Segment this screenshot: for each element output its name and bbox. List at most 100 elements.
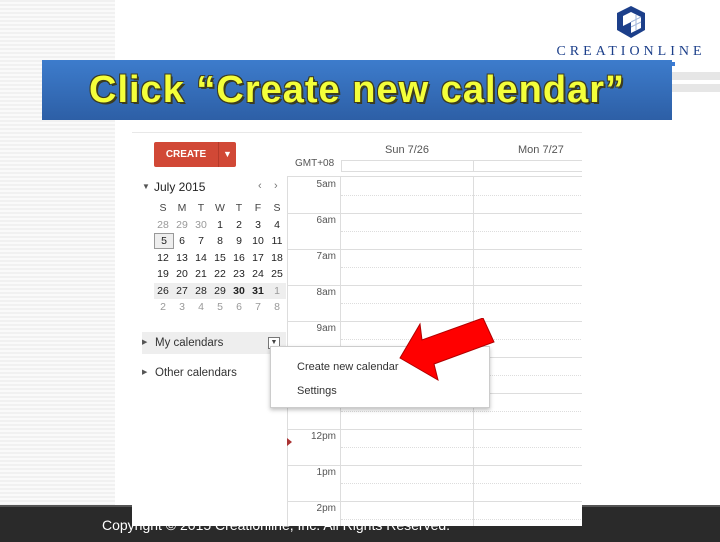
mini-day-cell[interactable]: 30 xyxy=(192,217,210,233)
half-hour-line xyxy=(341,303,582,304)
hour-row[interactable]: 6am xyxy=(288,213,582,250)
mini-day-cell[interactable]: 18 xyxy=(268,250,286,266)
mini-day-cell[interactable]: 8 xyxy=(211,233,229,249)
half-hour-line xyxy=(341,267,582,268)
hour-row[interactable]: 12pm xyxy=(288,429,582,466)
mini-day-cell[interactable]: 20 xyxy=(173,266,191,282)
mini-day-cell[interactable]: 1 xyxy=(211,217,229,233)
mini-day-cell[interactable]: 7 xyxy=(192,233,210,249)
hour-row[interactable]: 5am xyxy=(288,177,582,214)
mini-week-row: 26 27 28 29 30 31 1 xyxy=(154,282,286,299)
all-day-row[interactable] xyxy=(341,160,582,172)
other-calendars-section[interactable]: ▶ Other calendars xyxy=(142,362,286,384)
expand-triangle-icon[interactable]: ▶ xyxy=(142,362,147,384)
mini-day-cell[interactable]: 14 xyxy=(192,250,210,266)
mini-day-cell[interactable]: 26 xyxy=(154,283,172,299)
hour-label: 6am xyxy=(316,215,336,226)
timezone-label: GMT+08 xyxy=(295,158,335,169)
day-header-mon[interactable]: Mon 7/27 xyxy=(518,144,564,156)
mini-day-cell[interactable]: 6 xyxy=(173,233,191,249)
decor-bar xyxy=(672,72,720,80)
mini-day-cell[interactable]: 8 xyxy=(268,299,286,315)
mini-month-label[interactable]: July 2015 xyxy=(154,180,205,194)
hour-label: 12pm xyxy=(310,431,336,442)
creationline-logo: CREATIONLINE xyxy=(545,2,717,66)
mini-week-row: 5 6 7 8 9 10 11 xyxy=(154,233,286,250)
calendar-screenshot: CREATE ▼ ▼ July 2015 ‹ › S M T W T F S 2… xyxy=(132,120,582,526)
current-time-marker-icon xyxy=(287,438,292,446)
mini-day-cell[interactable]: 24 xyxy=(249,266,267,282)
mini-day-cell[interactable]: 15 xyxy=(211,250,229,266)
mini-calendar-header: ▼ July 2015 ‹ › xyxy=(142,180,282,196)
hour-row[interactable]: 1pm xyxy=(288,465,582,502)
my-calendars-label: My calendars xyxy=(155,337,224,349)
weekday-label: T xyxy=(197,202,205,214)
mini-day-cell[interactable]: 5 xyxy=(211,299,229,315)
mini-day-cell[interactable]: 29 xyxy=(211,283,229,299)
half-hour-line xyxy=(341,411,582,412)
half-hour-line xyxy=(341,519,582,520)
mini-day-cell[interactable]: 28 xyxy=(192,283,210,299)
mini-day-cell[interactable]: 17 xyxy=(249,250,267,266)
mini-day-cell[interactable]: 4 xyxy=(268,217,286,233)
weekday-label: S xyxy=(273,202,281,214)
mini-day-cell[interactable]: 23 xyxy=(230,266,248,282)
all-day-divider xyxy=(473,160,474,172)
half-hour-line xyxy=(341,231,582,232)
mini-day-cell[interactable]: 3 xyxy=(249,217,267,233)
mini-week-row: 28 29 30 1 2 3 4 xyxy=(154,217,286,234)
mini-day-cell[interactable]: 3 xyxy=(173,299,191,315)
logo-text: CREATIONLINE xyxy=(556,44,706,59)
mini-day-cell[interactable]: 31 xyxy=(249,283,267,299)
mini-day-cell[interactable]: 12 xyxy=(154,250,172,266)
next-month-icon[interactable]: › xyxy=(274,180,278,192)
mini-day-cell[interactable]: 11 xyxy=(268,233,286,249)
prev-month-icon[interactable]: ‹ xyxy=(258,180,262,192)
hour-label: 5am xyxy=(316,179,336,190)
create-button[interactable]: CREATE ▼ xyxy=(154,142,236,167)
mini-day-cell[interactable]: 28 xyxy=(154,217,172,233)
my-calendars-section[interactable]: ▶ My calendars ▼ xyxy=(142,332,286,354)
title-banner: Click “Create new calendar” xyxy=(42,60,672,120)
caret-down-icon[interactable]: ▼ xyxy=(219,142,236,167)
red-pointer-arrow-icon xyxy=(399,318,495,382)
mini-day-cell[interactable]: 4 xyxy=(192,299,210,315)
weekday-label: T xyxy=(235,202,243,214)
hour-row[interactable]: 8am xyxy=(288,285,582,322)
mini-day-cell[interactable]: 1 xyxy=(268,283,286,299)
day-header-sun[interactable]: Sun 7/26 xyxy=(385,144,429,156)
collapse-triangle-icon[interactable]: ▼ xyxy=(142,182,150,191)
mini-day-cell[interactable]: 16 xyxy=(230,250,248,266)
mini-day-cell[interactable]: 25 xyxy=(268,266,286,282)
weekday-row: S M T W T F S xyxy=(154,200,286,217)
mini-day-cell[interactable]: 21 xyxy=(192,266,210,282)
mini-day-cell[interactable]: 27 xyxy=(173,283,191,299)
hour-row[interactable]: 2pm xyxy=(288,501,582,526)
mini-day-cell[interactable]: 9 xyxy=(230,233,248,249)
mini-day-cell[interactable]: 29 xyxy=(173,217,191,233)
decor-bar xyxy=(672,84,720,92)
hour-label: 2pm xyxy=(316,503,336,514)
hour-row[interactable]: 7am xyxy=(288,249,582,286)
menu-item-settings[interactable]: Settings xyxy=(297,385,337,397)
mini-week-row: 2345678 xyxy=(154,299,286,316)
mini-day-cell[interactable]: 30 xyxy=(230,283,248,299)
hour-label: 8am xyxy=(316,287,336,298)
mini-week-row: 19 20 21 22 23 24 25 xyxy=(154,266,286,283)
mini-day-cell[interactable]: 22 xyxy=(211,266,229,282)
weekday-label: M xyxy=(177,202,187,214)
mini-day-cell[interactable]: 7 xyxy=(249,299,267,315)
mini-day-cell[interactable]: 6 xyxy=(230,299,248,315)
menu-item-create-new-calendar[interactable]: Create new calendar xyxy=(297,361,399,373)
mini-day-cell[interactable]: 2 xyxy=(154,299,172,315)
mini-day-cell[interactable]: 2 xyxy=(230,217,248,233)
weekday-label: S xyxy=(159,202,167,214)
mini-day-cell[interactable]: 19 xyxy=(154,266,172,282)
mini-day-cell[interactable]: 5 xyxy=(154,233,174,249)
half-hour-line xyxy=(341,195,582,196)
other-calendars-label: Other calendars xyxy=(155,367,237,379)
mini-day-cell[interactable]: 10 xyxy=(249,233,267,249)
expand-triangle-icon[interactable]: ▶ xyxy=(142,332,147,354)
mini-day-cell[interactable]: 13 xyxy=(173,250,191,266)
cube-logo-icon xyxy=(617,6,645,38)
